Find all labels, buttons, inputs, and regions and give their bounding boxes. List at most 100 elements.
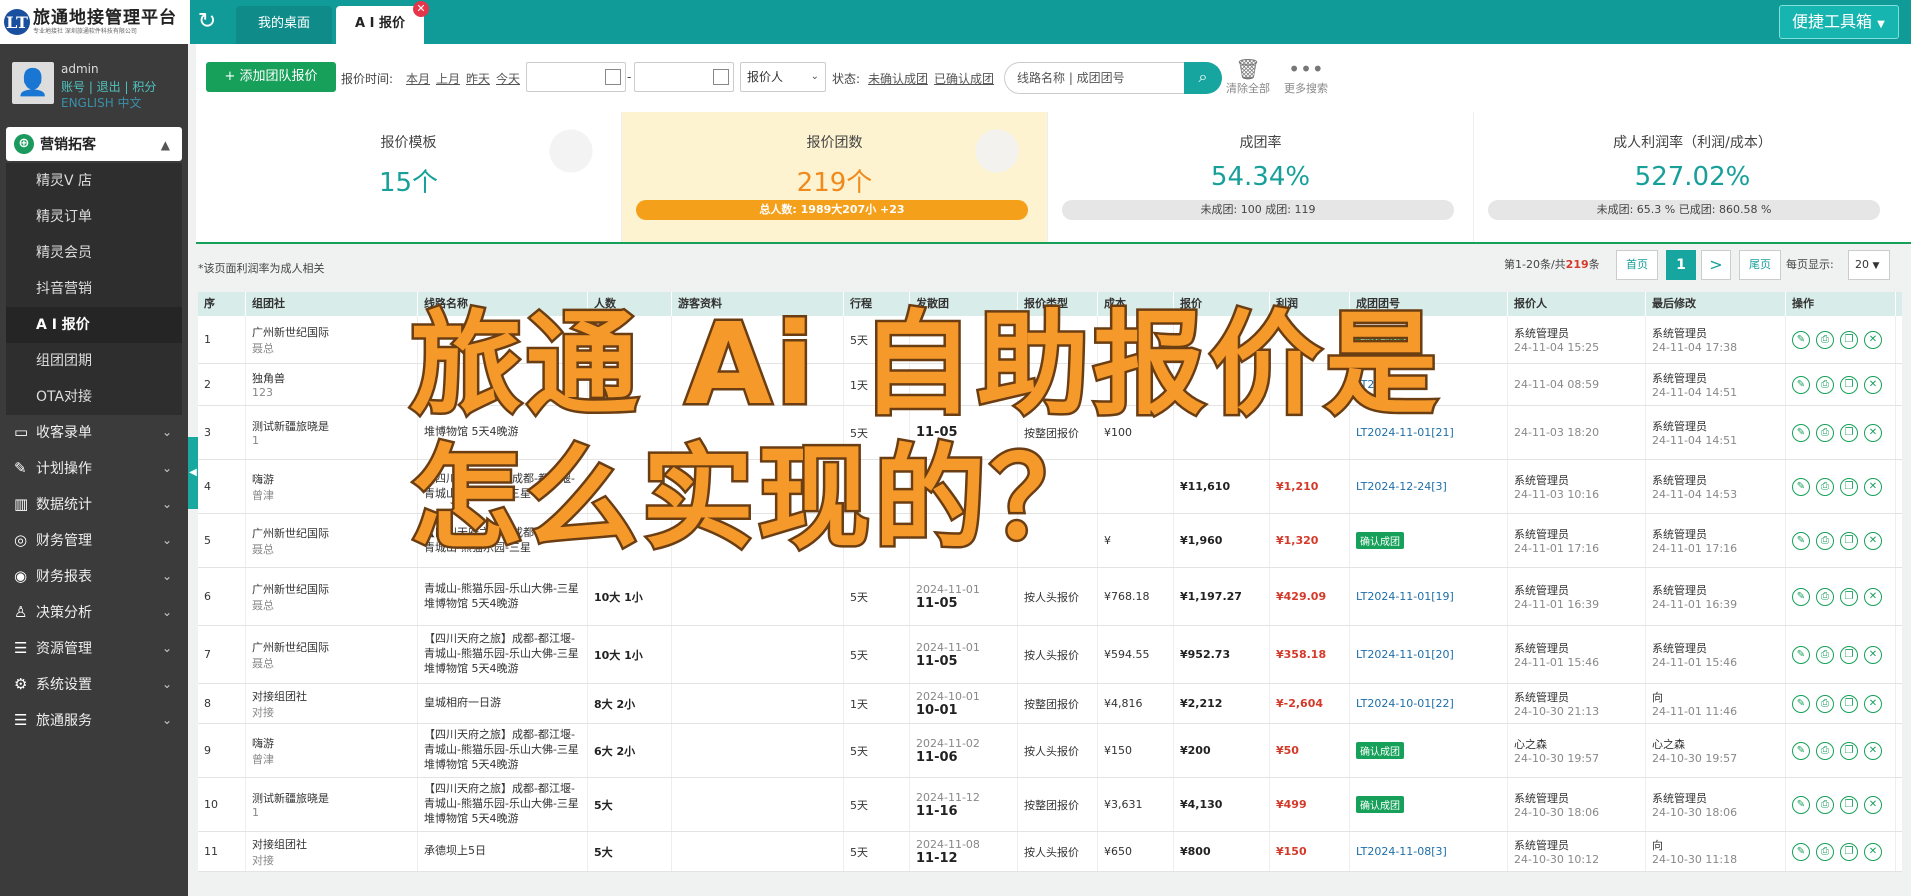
search-button[interactable]: ⌕ (1184, 62, 1222, 94)
route-name[interactable]: 【四川天府之旅】成都-都江堰-青城山-熊猫乐园-三星 (424, 472, 581, 502)
sidebar-subitem-ai-quote[interactable]: A I 报价 (6, 307, 182, 343)
pager-first-button[interactable]: 首页 (1616, 250, 1658, 280)
edit-icon[interactable]: ✎ (1792, 375, 1810, 394)
sidebar-subitem-douyin[interactable]: 抖音营销 (6, 271, 182, 307)
group-number[interactable]: LT2024-12-24[3] (1356, 480, 1501, 493)
sidebar-item-resources[interactable]: ☰ 资源管理 ⌄ (0, 630, 188, 666)
sidebar-item-stats[interactable]: ▥ 数据统计 ⌄ (0, 486, 188, 522)
group-number[interactable]: LT2024-1 (1356, 378, 1501, 391)
copy-icon[interactable]: ❐ (1840, 694, 1858, 713)
edit-icon[interactable]: ✎ (1792, 694, 1810, 713)
tab-desktop[interactable]: 我的桌面 (236, 6, 332, 44)
column-header[interactable]: 报价 (1174, 292, 1270, 316)
start-date-input[interactable] (526, 62, 626, 92)
refresh-icon[interactable]: ↻ (194, 8, 220, 36)
sidebar-item-finance-report[interactable]: ◉ 财务报表 ⌄ (0, 558, 188, 594)
print-icon[interactable]: ⎙ (1816, 741, 1834, 760)
route-name[interactable]: 【四川天府之旅】成都-都江堰-青城山-熊猫乐园-乐山大佛-三星堆博物馆 5天4晚… (424, 728, 581, 773)
add-group-quote-button[interactable]: + 添加团队报价 (206, 62, 336, 92)
edit-icon[interactable]: ✎ (1792, 423, 1810, 442)
print-icon[interactable]: ⎙ (1816, 375, 1834, 394)
edit-icon[interactable]: ✎ (1792, 842, 1810, 861)
close-tab-icon[interactable]: ✕ (413, 1, 429, 17)
print-icon[interactable]: ⎙ (1816, 477, 1834, 496)
edit-icon[interactable]: ✎ (1792, 531, 1810, 550)
column-header[interactable]: 成本 (1098, 292, 1174, 316)
sidebar-item-settings[interactable]: ⚙ 系统设置 ⌄ (0, 666, 188, 702)
delete-icon[interactable]: ✕ (1864, 423, 1882, 442)
column-header[interactable]: 线路名称 (418, 292, 588, 316)
print-icon[interactable]: ⎙ (1816, 423, 1834, 442)
sidebar-item-intake[interactable]: ▭ 收客录单 ⌄ (0, 414, 188, 450)
more-search-button[interactable]: ••• 更多搜索 (1284, 58, 1328, 96)
edit-icon[interactable]: ✎ (1792, 741, 1810, 760)
status-confirmed-link[interactable]: 已确认成团 (934, 70, 994, 87)
print-icon[interactable]: ⎙ (1816, 795, 1834, 814)
group-number[interactable]: LT2024-11-08[3] (1356, 845, 1501, 858)
print-icon[interactable]: ⎙ (1816, 645, 1834, 664)
column-header[interactable]: 报价人 (1508, 292, 1646, 316)
delete-icon[interactable]: ✕ (1864, 741, 1882, 760)
sidebar-item-finance[interactable]: ◎ 财务管理 ⌄ (0, 522, 188, 558)
delete-icon[interactable]: ✕ (1864, 477, 1882, 496)
route-name[interactable]: 皇城相府一日游 (424, 696, 581, 711)
pager-next-button[interactable]: > (1701, 250, 1731, 280)
print-icon[interactable]: ⎙ (1816, 587, 1834, 606)
edit-icon[interactable]: ✎ (1792, 795, 1810, 814)
print-icon[interactable]: ⎙ (1816, 842, 1834, 861)
column-header[interactable]: 行程 (844, 292, 910, 316)
copy-icon[interactable]: ❐ (1840, 531, 1858, 550)
route-name[interactable]: 堆博物馆 5天4晚游 (424, 425, 581, 440)
copy-icon[interactable]: ❐ (1840, 645, 1858, 664)
clear-all-button[interactable]: 🗑 清除全部 (1226, 58, 1270, 96)
copy-icon[interactable]: ❐ (1840, 587, 1858, 606)
sidebar-item-plan[interactable]: ✎ 计划操作 ⌄ (0, 450, 188, 486)
column-header[interactable]: 组团社 (246, 292, 418, 316)
avatar[interactable]: 👤 (12, 62, 54, 104)
copy-icon[interactable]: ❐ (1840, 741, 1858, 760)
column-header[interactable]: 人数 (588, 292, 672, 316)
per-page-select[interactable]: 20 ▼ (1848, 250, 1890, 280)
group-number[interactable]: LT2024-11-01[19] (1356, 590, 1501, 603)
column-header[interactable]: 报价类型 (1018, 292, 1098, 316)
delete-icon[interactable]: ✕ (1864, 694, 1882, 713)
search-input[interactable]: 线路名称 | 成团团号 (1004, 62, 1189, 94)
edit-icon[interactable]: ✎ (1792, 330, 1810, 349)
group-number[interactable]: LT2024-11-01[20] (1356, 648, 1501, 661)
copy-icon[interactable]: ❐ (1840, 375, 1858, 394)
language-links[interactable]: ENGLISH 中文 (61, 94, 142, 111)
sidebar-section-marketing[interactable]: ⊕ 营销拓客 ▲ (6, 127, 182, 161)
route-name[interactable]: 【四川天府之旅】成都-都江堰-青城山-熊猫乐园-乐山大佛-三星堆博物馆 5天4晚… (424, 782, 581, 827)
route-name[interactable]: 【四川天府之旅】成都-都江堰-青城山-熊猫乐园-三星 (424, 526, 581, 556)
tab-ai-quote[interactable]: A I 报价 (336, 6, 424, 44)
quoter-select[interactable]: 报价人 ⌄ (740, 62, 826, 92)
column-header[interactable]: 利润 (1270, 292, 1350, 316)
sidebar-item-service[interactable]: ☰ 旅通服务 ⌄ (0, 702, 188, 738)
column-header[interactable]: 游客资料 (672, 292, 844, 316)
sidebar-item-decision[interactable]: ♙ 决策分析 ⌄ (0, 594, 188, 630)
edit-icon[interactable]: ✎ (1792, 587, 1810, 606)
delete-icon[interactable]: ✕ (1864, 587, 1882, 606)
pager-current-page[interactable]: 1 (1666, 250, 1696, 280)
status-unconfirmed-link[interactable]: 未确认成团 (868, 70, 928, 87)
delete-icon[interactable]: ✕ (1864, 842, 1882, 861)
edit-icon[interactable]: ✎ (1792, 645, 1810, 664)
delete-icon[interactable]: ✕ (1864, 330, 1882, 349)
copy-icon[interactable]: ❐ (1840, 423, 1858, 442)
print-icon[interactable]: ⎙ (1816, 330, 1834, 349)
print-icon[interactable]: ⎙ (1816, 531, 1834, 550)
copy-icon[interactable]: ❐ (1840, 330, 1858, 349)
filter-today[interactable]: 今天 (496, 70, 520, 87)
delete-icon[interactable]: ✕ (1864, 375, 1882, 394)
column-header[interactable]: 成团团号 (1350, 292, 1508, 316)
sidebar-subitem-orders[interactable]: 精灵订单 (6, 199, 182, 235)
copy-icon[interactable]: ❐ (1840, 842, 1858, 861)
toolbox-button[interactable]: 便捷工具箱 ▼ (1779, 5, 1899, 39)
pager-last-button[interactable]: 尾页 (1739, 250, 1781, 280)
filter-this-month[interactable]: 本月 (406, 70, 430, 87)
delete-icon[interactable]: ✕ (1864, 795, 1882, 814)
delete-icon[interactable]: ✕ (1864, 531, 1882, 550)
group-number[interactable]: LT2024-11-01[21] (1356, 426, 1501, 439)
route-name[interactable]: 承德坝上5日 (424, 844, 581, 859)
column-header[interactable]: 发散团 (910, 292, 1018, 316)
